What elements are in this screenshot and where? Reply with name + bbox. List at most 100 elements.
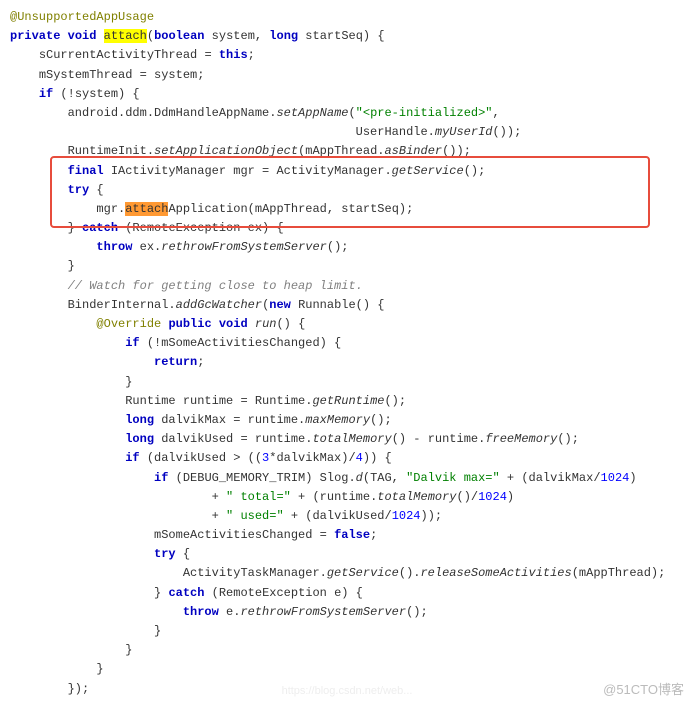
t: system, [204, 29, 269, 43]
t: (RemoteException ex) { [118, 221, 284, 235]
t: (); [370, 413, 392, 427]
t: ActivityTaskManager. [183, 566, 327, 580]
t: IActivityManager mgr = ActivityManager. [104, 164, 392, 178]
t: ( [147, 29, 154, 43]
attach-highlight: attach [104, 29, 147, 43]
t: dalvikUsed = runtime. [154, 432, 312, 446]
t: RuntimeInit. [68, 144, 154, 158]
t: } [154, 586, 168, 600]
fn: getRuntime [312, 394, 384, 408]
fn: getService [392, 164, 464, 178]
t: )); [421, 509, 443, 523]
t: (); [557, 432, 579, 446]
t: }); [68, 682, 90, 696]
kw-throw: throw [183, 605, 219, 619]
t: e. [219, 605, 241, 619]
t: ()/ [457, 490, 479, 504]
t: } [68, 259, 75, 273]
t: Runtime runtime = Runtime. [125, 394, 312, 408]
kw-catch: catch [82, 221, 118, 235]
t: mSomeActivitiesChanged = [154, 528, 334, 542]
n: 1024 [392, 509, 421, 523]
kw-throw: throw [96, 240, 132, 254]
str: "Dalvik max=" [406, 471, 500, 485]
t: + [212, 490, 226, 504]
kw-new: new [269, 298, 291, 312]
t: (DEBUG_MEMORY_TRIM) Slog. [168, 471, 355, 485]
kw-this: this [219, 48, 248, 62]
kw-long: long [125, 413, 154, 427]
kw-if: if [125, 451, 139, 465]
kw-if: if [154, 471, 168, 485]
fn: setApplicationObject [154, 144, 298, 158]
fn: run [255, 317, 277, 331]
t: (!mSomeActivitiesChanged) { [140, 336, 342, 350]
str: " used=" [226, 509, 284, 523]
t: dalvikMax = runtime. [154, 413, 305, 427]
fn: releaseSomeActivities [420, 566, 571, 580]
t: Application [168, 202, 247, 216]
t: (RemoteException e) { [204, 586, 362, 600]
t [212, 317, 219, 331]
t: (TAG, [363, 471, 406, 485]
t: } [125, 375, 132, 389]
t: *dalvikMax)/ [269, 451, 355, 465]
t: (); [406, 605, 428, 619]
fn: rethrowFromSystemServer [161, 240, 327, 254]
t: ; [248, 48, 255, 62]
t: Runnable() { [291, 298, 385, 312]
n: 1024 [478, 490, 507, 504]
t: + (dalvikUsed/ [284, 509, 392, 523]
t: ( [348, 106, 355, 120]
fn: d [356, 471, 363, 485]
t: ) [507, 490, 514, 504]
str: "<pre-initialized>" [356, 106, 493, 120]
t: (mAppThread. [298, 144, 384, 158]
t: startSeq) { [298, 29, 384, 43]
fn: getService [327, 566, 399, 580]
t: (); [464, 164, 486, 178]
fn: myUserId [435, 125, 493, 139]
t: + (dalvikMax/ [500, 471, 601, 485]
t: (); [384, 394, 406, 408]
kw-long: long [269, 29, 298, 43]
t: android.ddm.DdmHandleAppName. [68, 106, 277, 120]
fn: totalMemory [377, 490, 456, 504]
t: ) [629, 471, 636, 485]
t: () { [276, 317, 305, 331]
kw-try: try [68, 183, 90, 197]
fn: rethrowFromSystemServer [240, 605, 406, 619]
annotation: @Override [96, 317, 161, 331]
t: } [68, 221, 82, 235]
t: UserHandle. [356, 125, 435, 139]
t [248, 317, 255, 331]
fn: setAppName [276, 106, 348, 120]
kw-boolean: boolean [154, 29, 204, 43]
t: )) { [363, 451, 392, 465]
t: ()); [442, 144, 471, 158]
t: + (runtime. [291, 490, 377, 504]
fn: asBinder [384, 144, 442, 158]
fn: freeMemory [485, 432, 557, 446]
t: , [493, 106, 500, 120]
kw-private: private [10, 29, 60, 43]
t: sCurrentActivityThread = [39, 48, 219, 62]
fn: totalMemory [312, 432, 391, 446]
t: } [125, 643, 132, 657]
fn: maxMemory [305, 413, 370, 427]
t: (dalvikUsed > (( [140, 451, 262, 465]
t: BinderInternal. [68, 298, 176, 312]
t: ; [370, 528, 377, 542]
kw-false: false [334, 528, 370, 542]
kw-catch: catch [168, 586, 204, 600]
t: ()); [492, 125, 521, 139]
comment: // Watch for getting close to heap limit… [68, 279, 363, 293]
code-block: @UnsupportedAppUsage private void attach… [10, 8, 684, 699]
kw-return: return [154, 355, 197, 369]
kw-if: if [125, 336, 139, 350]
t: } [154, 624, 161, 638]
t: mgr. [96, 202, 125, 216]
fn: addGcWatcher [176, 298, 262, 312]
t: { [89, 183, 103, 197]
kw-void: void [219, 317, 248, 331]
